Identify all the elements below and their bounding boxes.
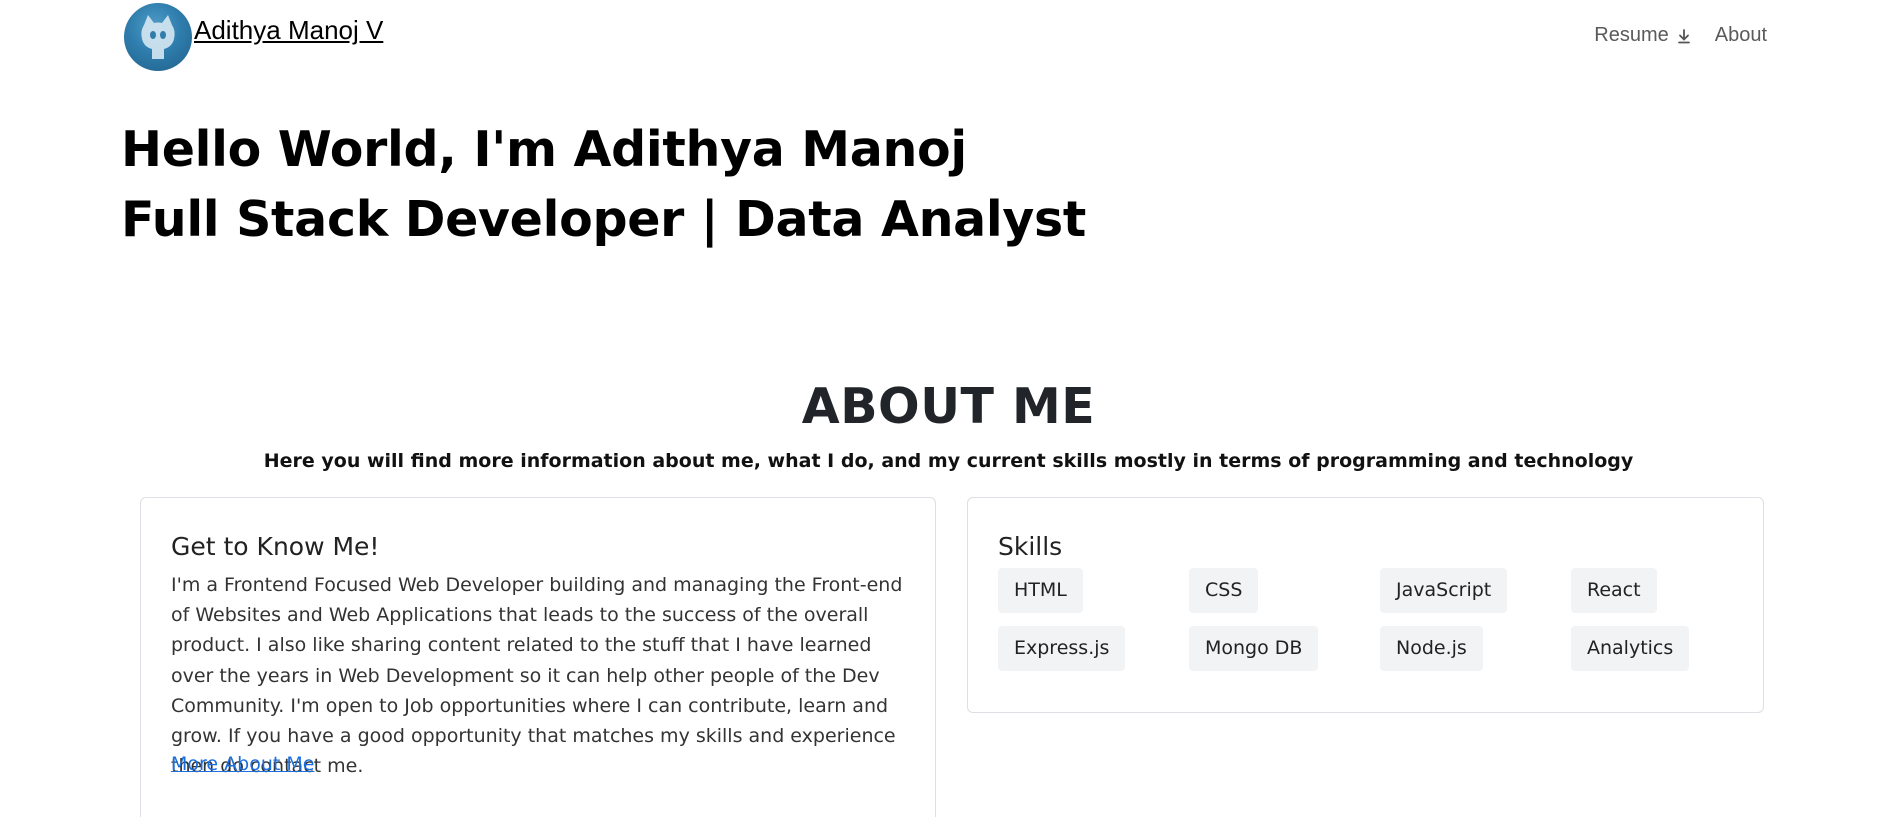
about-link[interactable]: About	[1715, 24, 1767, 47]
know-me-text: I'm a Frontend Focused Web Developer bui…	[171, 574, 903, 778]
resume-link[interactable]: Resume	[1594, 24, 1692, 47]
more-about-me-link[interactable]: More About Me	[171, 753, 314, 775]
skill-chip: Mongo DB	[1189, 626, 1319, 671]
hero: Hello World, I'm Adithya Manoj Full Stac…	[121, 115, 1086, 255]
navbar: Adithya Manoj V Resume About	[0, 0, 1897, 76]
octocat-icon	[141, 15, 175, 59]
hero-greeting: Hello World, I'm Adithya Manoj	[121, 121, 967, 178]
brand-name: Adithya Manoj V	[194, 14, 384, 45]
skill-chip: JavaScript	[1380, 568, 1508, 613]
nav-links: Resume About	[1594, 24, 1767, 47]
about-title: ABOUT ME	[801, 378, 1096, 435]
brand-link[interactable]: Adithya Manoj V	[124, 3, 384, 71]
page: Adithya Manoj V Resume About Hello World…	[0, 0, 1897, 817]
skill-chip: Analytics	[1571, 626, 1690, 671]
skill-chip: HTML	[998, 568, 1083, 613]
skills-title: Skills	[998, 532, 1063, 561]
avatar	[124, 3, 192, 71]
resume-label: Resume	[1594, 24, 1669, 46]
know-me-title: Get to Know Me!	[171, 532, 380, 561]
skill-chip: React	[1571, 568, 1657, 613]
skill-chip: CSS	[1189, 568, 1259, 613]
hero-role: Full Stack Developer | Data Analyst	[121, 191, 1087, 248]
know-me-card: Get to Know Me! I'm a Frontend Focused W…	[140, 497, 936, 817]
download-icon	[1677, 28, 1690, 43]
about-label: About	[1714, 24, 1767, 46]
skill-chip: Node.js	[1380, 626, 1483, 671]
about-subtitle: Here you will find more information abou…	[263, 450, 1634, 472]
skills-card: Skills HTML CSS JavaScript React Express…	[967, 497, 1764, 713]
skill-chip: Express.js	[998, 626, 1126, 671]
